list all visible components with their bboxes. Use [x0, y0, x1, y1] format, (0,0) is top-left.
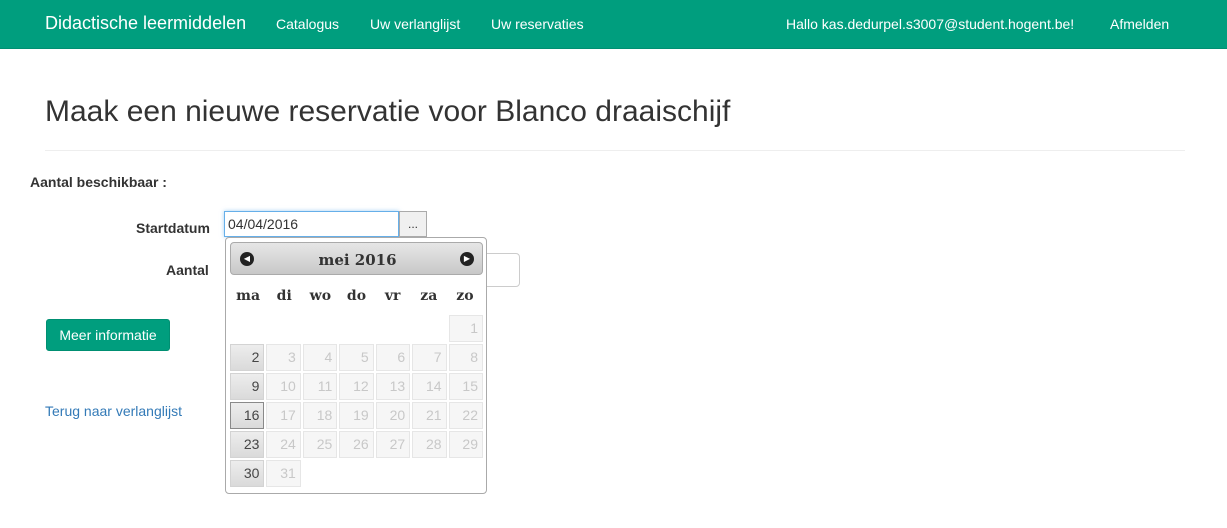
datepicker-month-title: mei 2016	[318, 251, 397, 269]
day-cell-21: 21	[412, 402, 447, 429]
day-cell-20: 20	[375, 402, 411, 429]
day-cell-empty	[230, 315, 264, 342]
day-cell-6: 6	[375, 344, 411, 371]
day-cell-15: 15	[448, 373, 483, 400]
title-divider	[45, 150, 1185, 151]
more-info-button[interactable]: Meer informatie	[46, 319, 170, 351]
day-cell-23[interactable]: 23	[230, 431, 265, 458]
datepicker-popup: ◀ mei 2016 ▶ ma di wo do vr za zo 123456…	[225, 237, 487, 494]
weekday-label: ma	[236, 288, 261, 304]
day-cell-3: 3	[266, 344, 301, 371]
day-cell-19: 19	[339, 402, 374, 429]
day-cell-4: 4	[302, 344, 338, 371]
day-cell-22: 22	[448, 402, 483, 429]
weekday-label: di	[276, 288, 292, 304]
day-cell-empty	[266, 315, 300, 342]
weekday-label: zo	[456, 288, 474, 304]
weekday-label: za	[420, 288, 438, 304]
nav-reservaties[interactable]: Uw reservaties	[491, 16, 584, 32]
datepicker-weekdays: ma di wo do vr za zo	[230, 288, 483, 304]
user-greeting: Hallo kas.dedurpel.s3007@student.hogent.…	[786, 16, 1075, 32]
day-cell-2[interactable]: 2	[230, 344, 265, 371]
day-cell-empty	[412, 315, 446, 342]
day-cell-18: 18	[302, 402, 338, 429]
day-cell-27: 27	[375, 431, 411, 458]
page-title: Maak een nieuwe reservatie voor Blanco d…	[45, 95, 731, 128]
weekday-label: vr	[384, 288, 401, 304]
datepicker-day-grid: 1 2 3 4 5 6 7 8 9 10 11 12 13 14 15 16 17 18 19 20 21 22 23 24 2…	[230, 314, 483, 488]
weekday-label: wo	[309, 288, 332, 304]
brand-link[interactable]: Didactische leermiddelen	[45, 13, 246, 34]
available-label: Aantal beschikbaar :	[30, 174, 167, 190]
next-month-icon[interactable]: ▶	[460, 252, 474, 266]
amount-label: Aantal	[166, 262, 209, 278]
day-cell-31: 31	[266, 460, 301, 487]
day-cell-9[interactable]: 9	[230, 373, 265, 400]
logout-link[interactable]: Afmelden	[1110, 16, 1169, 32]
day-cell-25: 25	[302, 431, 338, 458]
navbar: Didactische leermiddelen Catalogus Uw ve…	[0, 0, 1227, 49]
day-cell-5: 5	[339, 344, 374, 371]
day-cell-11: 11	[302, 373, 338, 400]
day-cell-28: 28	[412, 431, 447, 458]
day-cell-26: 26	[339, 431, 374, 458]
day-cell-7: 7	[412, 344, 447, 371]
day-cell-8: 8	[448, 344, 483, 371]
day-cell-1: 1	[448, 315, 483, 342]
day-cell-empty	[376, 315, 410, 342]
back-to-wishlist-link[interactable]: Terug naar verlanglijst	[45, 403, 182, 419]
start-date-label: Startdatum	[136, 220, 210, 236]
day-cell-empty	[339, 315, 373, 342]
nav-verlanglijst[interactable]: Uw verlanglijst	[370, 16, 460, 32]
day-cell-14: 14	[412, 373, 447, 400]
day-cell-13: 13	[375, 373, 411, 400]
day-cell-16[interactable]: 16	[230, 402, 265, 429]
day-cell-30[interactable]: 30	[230, 460, 265, 487]
datepicker-header: ◀ mei 2016 ▶	[230, 242, 483, 275]
day-cell-10: 10	[266, 373, 301, 400]
day-cell-empty	[303, 315, 337, 342]
weekday-label: do	[346, 288, 367, 304]
nav-catalogus[interactable]: Catalogus	[276, 16, 339, 32]
day-cell-12: 12	[339, 373, 374, 400]
datepicker-trigger-button[interactable]: ...	[399, 211, 427, 237]
day-cell-17: 17	[266, 402, 301, 429]
start-date-input[interactable]	[224, 211, 399, 237]
day-cell-24: 24	[266, 431, 301, 458]
day-cell-29: 29	[448, 431, 483, 458]
